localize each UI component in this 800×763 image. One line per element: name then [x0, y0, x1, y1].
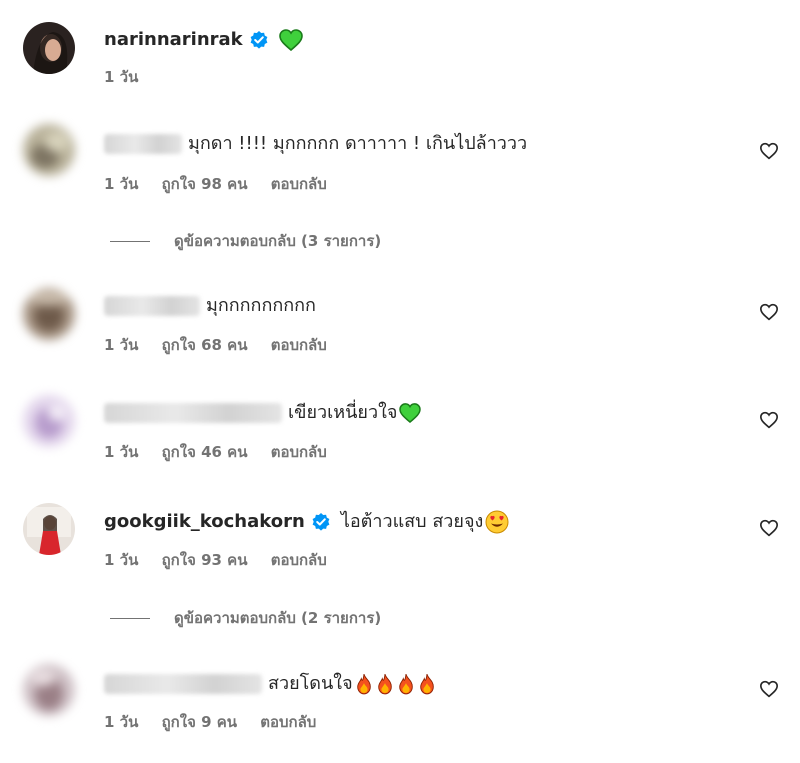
- view-replies-button[interactable]: ดูข้อความตอบกลับ (3 รายการ): [110, 231, 381, 251]
- hidden-username[interactable]: [104, 296, 200, 316]
- comment-time: 1 วัน: [104, 713, 139, 731]
- like-heart-icon[interactable]: [759, 303, 779, 321]
- reply-button[interactable]: ตอบกลับ: [271, 336, 327, 354]
- comment-text: สวยโดนใจ: [268, 673, 353, 694]
- comment-line: มุกดา !!!! มุกกกกก ดาาาาา ! เกินไปล้าววว: [104, 131, 527, 157]
- comment-text: ไอต้าวแสบ สวยจุง: [340, 511, 484, 532]
- like-heart-icon[interactable]: [759, 142, 779, 160]
- green-heart-icon: [399, 403, 422, 423]
- caption-line: narinnarinrak: [104, 27, 303, 53]
- comment-time: 1 วัน: [104, 551, 139, 569]
- like-heart-icon[interactable]: [759, 680, 779, 698]
- comment-time: 1 วัน: [104, 336, 139, 354]
- hidden-username[interactable]: [104, 134, 182, 154]
- avatar[interactable]: [23, 664, 75, 716]
- avatar[interactable]: [23, 22, 75, 74]
- like-count[interactable]: ถูกใจ 9 คน: [162, 713, 237, 731]
- comment-line: มุกกกกกกกกก: [104, 293, 316, 319]
- reply-button[interactable]: ตอบกลับ: [271, 175, 327, 193]
- avatar[interactable]: [23, 503, 75, 555]
- like-count[interactable]: ถูกใจ 98 คน: [162, 175, 248, 193]
- divider: [110, 617, 150, 619]
- fire-emoji-icon: [398, 673, 413, 695]
- avatar[interactable]: [23, 395, 75, 447]
- username[interactable]: gookgiik_kochakorn: [104, 509, 305, 535]
- heart-eyes-emoji-icon: [485, 510, 509, 534]
- comment-line: เขียวเหนี่ยวใจ: [104, 400, 422, 426]
- like-count[interactable]: ถูกใจ 93 คน: [162, 551, 248, 569]
- view-replies-label: ดูข้อความตอบกลับ (3 รายการ): [174, 232, 382, 250]
- comment-time: 1 วัน: [104, 175, 139, 193]
- comment-text: มุกกกกกกกกก: [206, 295, 316, 316]
- reply-button[interactable]: ตอบกลับ: [260, 713, 316, 731]
- divider: [110, 240, 150, 242]
- fire-emoji-group: [355, 673, 436, 695]
- comment-text: เขียวเหนี่ยวใจ: [288, 402, 398, 423]
- view-replies-label: ดูข้อความตอบกลับ (2 รายการ): [174, 609, 382, 627]
- fire-emoji-icon: [356, 673, 371, 695]
- username[interactable]: narinnarinrak: [104, 27, 243, 53]
- verified-badge-icon: [312, 513, 330, 531]
- comment-meta: 1 วัน ถูกใจ 68 คน ตอบกลับ: [104, 335, 345, 355]
- fire-emoji-icon: [377, 673, 392, 695]
- like-count[interactable]: ถูกใจ 46 คน: [162, 443, 248, 461]
- comment-line: สวยโดนใจ: [104, 671, 436, 697]
- reply-button[interactable]: ตอบกลับ: [271, 443, 327, 461]
- like-heart-icon[interactable]: [759, 519, 779, 537]
- like-count[interactable]: ถูกใจ 68 คน: [162, 336, 248, 354]
- reply-button[interactable]: ตอบกลับ: [271, 551, 327, 569]
- comment-time: 1 วัน: [104, 443, 139, 461]
- comment-line: gookgiik_kochakorn ไอต้าวแสบ สวยจุง: [104, 509, 509, 535]
- comment-meta: 1 วัน ถูกใจ 93 คน ตอบกลับ: [104, 550, 345, 570]
- comment-time: 1 วัน: [104, 68, 139, 86]
- avatar[interactable]: [23, 124, 75, 176]
- like-heart-icon[interactable]: [759, 411, 779, 429]
- avatar[interactable]: [23, 288, 75, 340]
- comment-text: มุกดา !!!! มุกกกกก ดาาาาา ! เกินไปล้าววว: [188, 133, 528, 154]
- comment-meta: 1 วัน ถูกใจ 9 คน ตอบกลับ: [104, 712, 334, 732]
- caption-meta: 1 วัน: [104, 67, 156, 87]
- verified-badge-icon: [250, 31, 268, 49]
- hidden-username[interactable]: [104, 674, 262, 694]
- hidden-username[interactable]: [104, 403, 282, 423]
- fire-emoji-icon: [419, 673, 434, 695]
- view-replies-button[interactable]: ดูข้อความตอบกลับ (2 รายการ): [110, 608, 381, 628]
- comment-meta: 1 วัน ถูกใจ 46 คน ตอบกลับ: [104, 442, 345, 462]
- comment-meta: 1 วัน ถูกใจ 98 คน ตอบกลับ: [104, 174, 345, 194]
- green-heart-icon: [278, 29, 303, 51]
